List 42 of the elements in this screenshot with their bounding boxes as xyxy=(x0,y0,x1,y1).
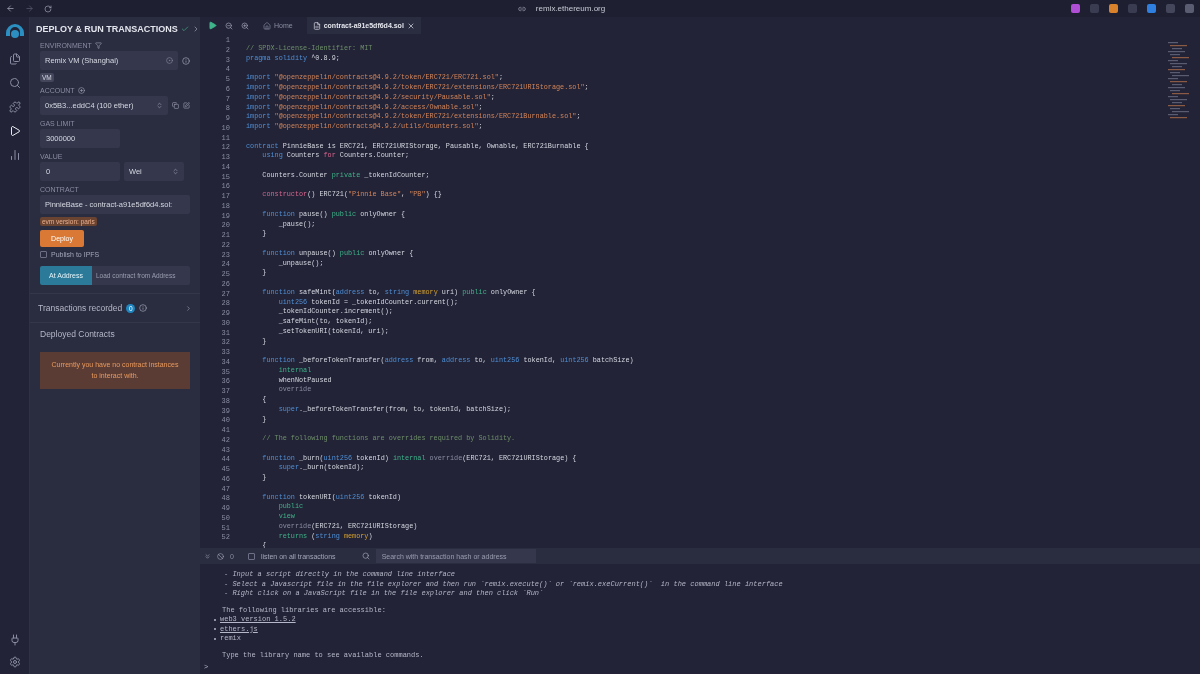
extension-icon[interactable] xyxy=(1109,4,1118,13)
home-icon xyxy=(263,21,271,30)
plugin-icon[interactable] xyxy=(8,634,21,646)
zoom-out-icon[interactable] xyxy=(225,21,233,30)
check-icon xyxy=(180,25,189,33)
zoom-in-icon[interactable] xyxy=(241,21,249,30)
search-icon[interactable] xyxy=(361,552,370,560)
close-icon[interactable] xyxy=(406,21,415,30)
updown-icon xyxy=(156,102,163,109)
edit-icon[interactable] xyxy=(183,102,190,109)
files-icon[interactable] xyxy=(8,53,21,65)
logo-icon[interactable] xyxy=(3,21,26,41)
updown-icon xyxy=(172,168,179,175)
panel-title: DEPLOY & RUN TRANSACTIONS xyxy=(36,24,178,34)
collapse-icon[interactable] xyxy=(204,552,211,560)
section-title: Deployed Contracts xyxy=(39,328,116,339)
info-icon[interactable] xyxy=(182,56,190,65)
checkbox[interactable] xyxy=(40,251,47,258)
clear-icon[interactable] xyxy=(217,552,224,560)
extension-icon[interactable] xyxy=(1185,4,1194,13)
reload-icon[interactable] xyxy=(44,4,52,13)
link-icon xyxy=(517,4,526,13)
info-icon[interactable] xyxy=(139,304,148,312)
deploy-icon[interactable] xyxy=(8,125,21,137)
extension-icon[interactable] xyxy=(1147,4,1156,13)
address-bar[interactable]: remix.ethereum.org xyxy=(535,4,606,13)
radio-icon xyxy=(166,57,173,64)
analytics-icon[interactable] xyxy=(8,149,21,161)
search-icon[interactable] xyxy=(8,77,21,89)
filter-icon[interactable] xyxy=(94,42,102,49)
forward-icon[interactable] xyxy=(25,4,34,13)
copy-icon[interactable] xyxy=(172,102,179,109)
settings-icon[interactable] xyxy=(8,656,21,668)
compiler-icon[interactable] xyxy=(8,101,21,113)
run-icon[interactable] xyxy=(208,21,217,30)
checkbox[interactable] xyxy=(247,552,255,560)
extension-icon[interactable] xyxy=(1071,4,1080,13)
plus-icon[interactable] xyxy=(77,87,85,94)
chevron-icon[interactable] xyxy=(185,304,192,312)
section-title[interactable]: Transactions recorded xyxy=(38,303,123,313)
back-icon[interactable] xyxy=(6,4,15,13)
file-icon xyxy=(312,21,321,30)
